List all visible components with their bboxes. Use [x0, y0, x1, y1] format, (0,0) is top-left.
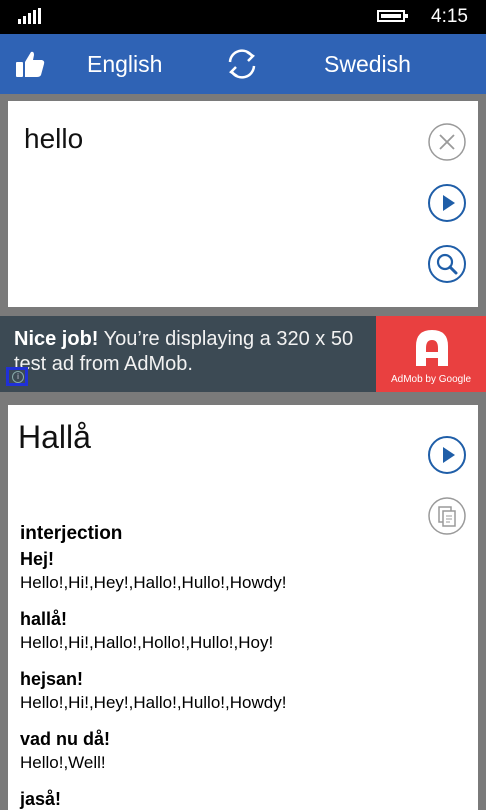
search-button[interactable]: [428, 245, 466, 283]
entry-synonyms: Hello!,Hi!,Hey!,Hallo!,Hullo!,Howdy!: [20, 693, 287, 712]
battery-icon: [377, 10, 408, 22]
status-time: 4:15: [431, 6, 468, 27]
entry-list: Hej! Hello!,Hi!,Hey!,Hallo!,Hullo!,Howdy…: [20, 547, 460, 810]
swap-languages-icon[interactable]: [222, 44, 262, 84]
entry-word: Hej!: [20, 549, 55, 569]
entry-synonyms: Hello!,Hi!,Hallo!,Hollo!,Hullo!,Hoy!: [20, 633, 274, 652]
entry-word: hallå!: [20, 609, 68, 629]
entry-synonyms: Hello!,Hi!,Hey!,Hallo!,Hullo!,Howdy!: [20, 573, 287, 592]
source-language-button[interactable]: English: [87, 51, 162, 78]
entry-word: vad nu då!: [20, 729, 111, 749]
clear-button[interactable]: [428, 123, 466, 161]
play-icon: [428, 184, 466, 222]
entry-word: hejsan!: [20, 669, 84, 689]
entry-word: jaså!: [20, 789, 62, 809]
list-item: vad nu då! Hello!,Well!: [20, 727, 460, 775]
language-bar: English Swedish: [0, 34, 486, 94]
list-item: jaså!: [20, 787, 460, 810]
copy-icon: [428, 497, 466, 535]
source-text-input[interactable]: hello: [24, 123, 83, 155]
list-item: hallå! Hello!,Hi!,Hallo!,Hollo!,Hullo!,H…: [20, 607, 460, 655]
list-item: Hej! Hello!,Hi!,Hey!,Hallo!,Hullo!,Howdy…: [20, 547, 460, 595]
admob-logo: AdMob by Google: [376, 316, 486, 392]
play-translation-button[interactable]: [428, 436, 466, 474]
close-icon: [428, 123, 466, 161]
input-panel: hello: [8, 101, 478, 307]
ad-info-icon[interactable]: i: [6, 367, 28, 386]
play-source-button[interactable]: [428, 184, 466, 222]
signal-icon: [18, 8, 42, 24]
result-panel: Hallå interjection Hej! Hello!,Hi!,Hey!,…: [8, 405, 478, 810]
ad-text: Nice job! You’re displaying a 320 x 50 t…: [14, 328, 354, 375]
search-icon: [428, 245, 466, 283]
status-bar: 4:15: [0, 0, 486, 34]
play-icon: [428, 436, 466, 474]
entry-synonyms: Hello!,Well!: [20, 753, 106, 772]
thumbs-up-icon[interactable]: [14, 48, 46, 80]
copy-button[interactable]: [428, 497, 466, 535]
target-language-button[interactable]: Swedish: [324, 51, 411, 78]
admob-icon: [416, 330, 448, 366]
ad-banner[interactable]: Nice job! You’re displaying a 320 x 50 t…: [0, 316, 486, 392]
translation-text: Hallå: [18, 419, 91, 455]
list-item: hejsan! Hello!,Hi!,Hey!,Hallo!,Hullo!,Ho…: [20, 667, 460, 715]
part-of-speech: interjection: [20, 523, 123, 544]
